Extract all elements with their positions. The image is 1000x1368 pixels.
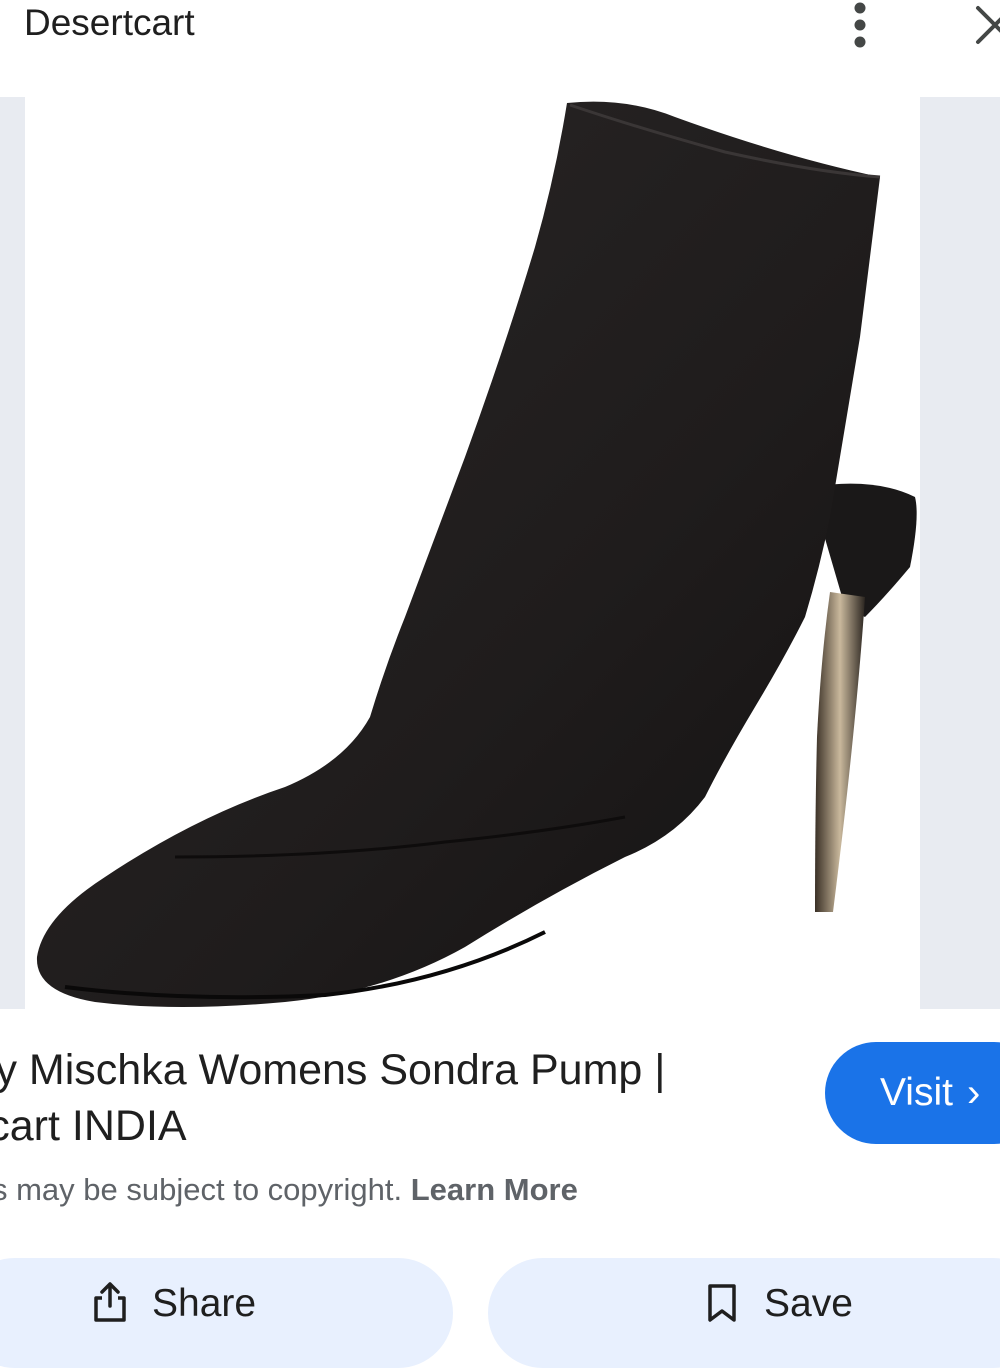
save-button[interactable]: Save <box>488 1258 1000 1368</box>
result-title-line-2: rtcart INDIA <box>0 1102 187 1150</box>
more-vert-icon[interactable] <box>842 0 878 50</box>
result-title-line-1: ley Mischka Womens Sondra Pump | <box>0 1046 666 1094</box>
share-icon <box>94 1282 126 1322</box>
boot-heel <box>815 592 865 912</box>
bookmark-icon <box>708 1284 736 1322</box>
share-button[interactable]: Share <box>0 1258 453 1368</box>
copyright-notice: s may be subject to copyright. Learn Mor… <box>0 1168 578 1212</box>
share-label: Share <box>152 1282 257 1325</box>
next-image-strip[interactable] <box>920 97 1000 1009</box>
learn-more-link[interactable]: Learn More <box>411 1172 578 1207</box>
chevron-right-icon: › <box>966 1071 981 1115</box>
product-image[interactable] <box>25 97 920 1009</box>
visit-button[interactable]: Visit › <box>825 1042 1000 1144</box>
result-title[interactable]: ley Mischka Womens Sondra Pump | rtcart … <box>0 1042 762 1154</box>
copyright-text: s may be subject to copyright. <box>0 1172 403 1207</box>
boot-body <box>36 101 880 1008</box>
close-icon[interactable] <box>968 0 1000 50</box>
save-label: Save <box>764 1282 853 1325</box>
source-name[interactable]: Desertcart <box>24 2 195 44</box>
visit-label: Visit <box>880 1071 953 1114</box>
previous-image-strip[interactable] <box>0 97 25 1009</box>
